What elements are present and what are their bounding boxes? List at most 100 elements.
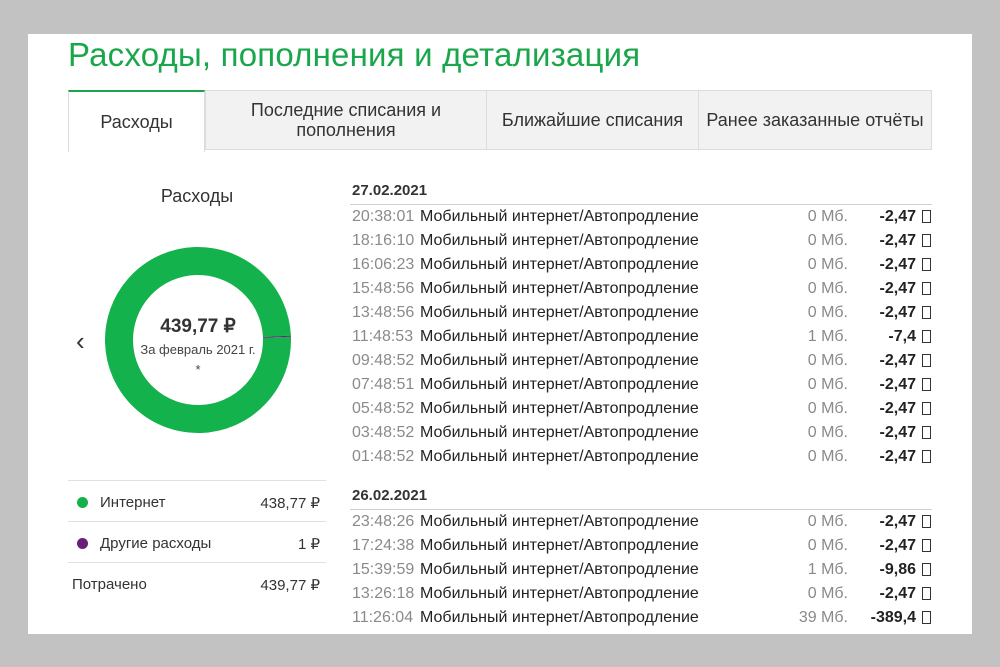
operation-description: Мобильный интернет/Автопродление [420, 232, 699, 249]
period-label: За февраль 2021 г. * [140, 342, 256, 377]
operation-volume: 0 Мб. [807, 585, 848, 602]
currency-icon [922, 611, 931, 624]
total-amount: 439,77 ₽ [160, 316, 236, 337]
other-dot-icon [77, 538, 88, 549]
operation-row[interactable]: 20:38:01 Мобильный интернет/Автопродление… [350, 205, 932, 229]
operation-time: 20:38:01 [352, 208, 415, 225]
operation-row[interactable]: 07:48:51 Мобильный интернет/Автопродление… [350, 373, 932, 397]
expenses-legend: Интернет 438,77 ₽ Другие расходы 1 ₽ Пот… [68, 480, 326, 603]
operation-row[interactable]: 01:48:52 Мобильный интернет/Автопродление… [350, 445, 932, 469]
operation-row[interactable]: 13:48:56 Мобильный интернет/Автопродление… [350, 301, 932, 325]
operation-amount: -7,4 [888, 328, 916, 345]
currency-icon [922, 210, 931, 223]
operation-volume: 0 Мб. [807, 537, 848, 554]
operation-description: Мобильный интернет/Автопродление [420, 280, 699, 297]
operation-amount: -2,47 [879, 537, 916, 554]
operation-amount: -2,47 [879, 208, 916, 225]
operation-row[interactable]: 11:48:53 Мобильный интернет/Автопродление… [350, 325, 932, 349]
operation-volume: 0 Мб. [807, 256, 848, 273]
currency-icon [922, 402, 931, 415]
operation-time: 16:06:23 [352, 256, 415, 273]
operation-description: Мобильный интернет/Автопродление [420, 352, 699, 369]
operation-amount: -389,4 [870, 609, 916, 626]
currency-icon [922, 563, 931, 576]
tab-expenses[interactable]: Расходы [68, 90, 205, 152]
operation-description: Мобильный интернет/Автопродление [420, 513, 699, 530]
currency-icon [922, 354, 931, 367]
operation-row[interactable]: 18:16:10 Мобильный интернет/Автопродление… [350, 229, 932, 253]
operation-amount: -2,47 [879, 585, 916, 602]
tab-ordered-reports[interactable]: Ранее заказанные отчёты [698, 90, 932, 150]
currency-icon [922, 234, 931, 247]
internet-dot-icon [77, 497, 88, 508]
currency-icon [922, 587, 931, 600]
operation-amount: -2,47 [879, 400, 916, 417]
operation-row[interactable]: 17:24:38 Мобильный интернет/Автопродление… [350, 534, 932, 558]
operation-time: 01:48:52 [352, 448, 415, 465]
operation-volume: 1 Мб. [807, 328, 848, 345]
operation-row[interactable]: 11:26:04 Мобильный интернет/Автопродление… [350, 606, 932, 630]
legend-item-other: Другие расходы 1 ₽ [68, 521, 326, 562]
operation-volume: 0 Мб. [807, 280, 848, 297]
operation-volume: 0 Мб. [807, 376, 848, 393]
operation-description: Мобильный интернет/Автопродление [420, 304, 699, 321]
operation-description: Мобильный интернет/Автопродление [420, 376, 699, 393]
operation-row[interactable]: 13:26:18 Мобильный интернет/Автопродление… [350, 582, 932, 606]
currency-icon [922, 426, 931, 439]
operation-time: 13:48:56 [352, 304, 415, 321]
operation-amount: -9,86 [879, 561, 916, 578]
operation-description: Мобильный интернет/Автопродление [420, 609, 699, 626]
operation-amount: -2,47 [879, 376, 916, 393]
operation-amount: -2,47 [879, 304, 916, 321]
operation-description: Мобильный интернет/Автопродление [420, 424, 699, 441]
operations-group: 23:48:26 Мобильный интернет/Автопродление… [350, 510, 932, 630]
operation-time: 11:48:53 [352, 328, 414, 345]
legend-value: 438,77 ₽ [260, 495, 320, 512]
operation-row[interactable]: 09:48:52 Мобильный интернет/Автопродление… [350, 349, 932, 373]
operations-list: 27.02.2021 20:38:01 Мобильный интернет/Ав… [350, 180, 932, 630]
operation-volume: 0 Мб. [807, 208, 848, 225]
operation-time: 15:48:56 [352, 280, 415, 297]
operation-volume: 0 Мб. [807, 232, 848, 249]
operation-amount: -2,47 [879, 352, 916, 369]
currency-icon [922, 258, 931, 271]
operation-row[interactable]: 15:39:59 Мобильный интернет/Автопродление… [350, 558, 932, 582]
operation-volume: 1 Мб. [807, 561, 848, 578]
tab-recent-transactions[interactable]: Последние списания и пополнения [205, 90, 487, 150]
operation-description: Мобильный интернет/Автопродление [420, 400, 699, 417]
operation-time: 09:48:52 [352, 352, 415, 369]
currency-icon [922, 282, 931, 295]
operation-time: 11:26:04 [352, 609, 414, 626]
details-card: Расходы, пополнения и детализация Расход… [28, 34, 972, 634]
operation-time: 15:39:59 [352, 561, 415, 578]
operation-volume: 39 Мб. [798, 609, 848, 626]
operation-volume: 0 Мб. [807, 352, 848, 369]
operation-description: Мобильный интернет/Автопродление [420, 256, 699, 273]
currency-icon [922, 378, 931, 391]
operation-time: 13:26:18 [352, 585, 415, 602]
legend-value: 1 ₽ [297, 536, 320, 553]
legend-item-internet: Интернет 438,77 ₽ [68, 480, 326, 521]
page-title: Расходы, пополнения и детализация [68, 36, 641, 73]
spent-value: 439,77 ₽ [260, 577, 320, 594]
spent-total-row: Потрачено 439,77 ₽ [68, 562, 326, 603]
operation-time: 05:48:52 [352, 400, 415, 417]
operation-description: Мобильный интернет/Автопродление [420, 328, 699, 345]
currency-icon [922, 450, 931, 463]
chevron-left-icon[interactable]: ‹ [76, 328, 85, 354]
operation-amount: -2,47 [879, 256, 916, 273]
operation-time: 18:16:10 [352, 232, 415, 249]
operation-row[interactable]: 23:48:26 Мобильный интернет/Автопродление… [350, 510, 932, 534]
operation-amount: -2,47 [879, 232, 916, 249]
tab-upcoming-charges[interactable]: Ближайшие списания [486, 90, 699, 150]
date-header: 26.02.2021 [350, 485, 932, 510]
operation-amount: -2,47 [879, 424, 916, 441]
operation-row[interactable]: 05:48:52 Мобильный интернет/Автопродление… [350, 397, 932, 421]
tab-bar: Расходы Последние списания и пополнения … [68, 90, 932, 152]
currency-icon [922, 539, 931, 552]
operation-row[interactable]: 03:48:52 Мобильный интернет/Автопродление… [350, 421, 932, 445]
operation-row[interactable]: 16:06:23 Мобильный интернет/Автопродление… [350, 253, 932, 277]
operation-row[interactable]: 15:48:56 Мобильный интернет/Автопродление… [350, 277, 932, 301]
operation-volume: 0 Мб. [807, 304, 848, 321]
operation-volume: 0 Мб. [807, 424, 848, 441]
